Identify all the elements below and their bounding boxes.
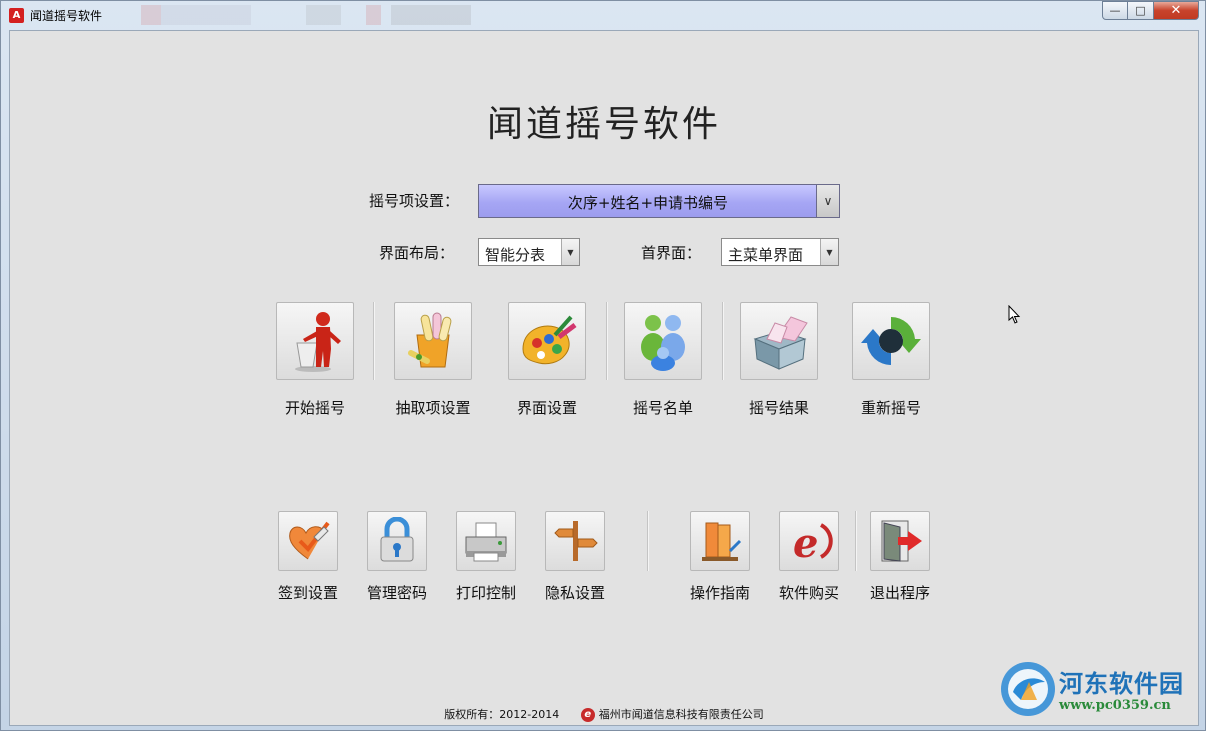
user-guide-button[interactable]	[690, 511, 750, 571]
exit-icon	[881, 520, 922, 562]
maximize-button[interactable]: □	[1128, 1, 1154, 20]
layout-value: 智能分表	[485, 246, 546, 264]
toolbar-separator	[647, 511, 649, 571]
dropdown-arrow-icon[interactable]: ▼	[561, 239, 579, 265]
watermark: 河东软件园 www.pc0359.cn	[999, 660, 1199, 722]
toolbar-separator	[606, 302, 608, 380]
company-name[interactable]: 福州市闻道信息科技有限责任公司	[599, 708, 764, 721]
window-title: 闻道摇号软件	[30, 9, 103, 23]
company-logo-icon: e	[580, 708, 595, 722]
copyright-text: 版权所有：2012-2014	[444, 708, 560, 721]
e-logo-icon: e	[793, 520, 833, 565]
title-bar[interactable]: A 闻道摇号软件 — □ ✕	[1, 1, 1205, 29]
toolbar-separator	[855, 511, 857, 571]
privacy-settings-label: 隐私设置	[544, 584, 605, 602]
draw-item-settings-label: 抽取项设置	[395, 399, 471, 417]
lottery-result-button[interactable]	[740, 302, 818, 380]
close-button[interactable]: ✕	[1154, 1, 1199, 20]
re-lottery-label: 重新摇号	[860, 399, 921, 417]
main-panel: 闻道摇号软件 摇号项设置： 次序+姓名+申请书编号 ∨ 界面布局： 智能分表 ▼…	[9, 30, 1199, 726]
minimize-button[interactable]: —	[1102, 1, 1128, 20]
box-icon	[753, 316, 808, 370]
exit-program-label: 退出程序	[869, 584, 930, 602]
signpost-icon	[554, 521, 598, 561]
app-icon[interactable]: A	[9, 8, 24, 23]
users-icon	[641, 315, 685, 371]
chevron-down-icon[interactable]: ∨	[816, 185, 839, 217]
ui-settings-button[interactable]	[508, 302, 586, 380]
layout-label: 界面布局：	[379, 244, 455, 262]
heart-check-icon	[289, 521, 330, 560]
lottery-item-value: 次序+姓名+申请书编号	[567, 194, 729, 212]
lottery-list-button[interactable]	[624, 302, 702, 380]
home-select[interactable]: 主菜单界面 ▼	[721, 238, 839, 266]
books-icon	[702, 522, 742, 561]
page-title: 闻道摇号软件	[486, 104, 721, 145]
maximize-icon: □	[1135, 4, 1146, 17]
re-lottery-button[interactable]	[852, 302, 930, 380]
speaker-podium-icon	[295, 312, 341, 372]
buy-software-button[interactable]: e	[779, 511, 839, 571]
window-controls: — □ ✕	[1102, 1, 1199, 20]
close-icon: ✕	[1170, 3, 1182, 18]
start-lottery-label: 开始摇号	[284, 399, 345, 417]
watermark-logo-icon	[1001, 662, 1055, 716]
start-lottery-button[interactable]	[276, 302, 354, 380]
lottery-result-label: 摇号结果	[748, 399, 809, 417]
layout-select[interactable]: 智能分表 ▼	[478, 238, 580, 266]
palette-icon	[522, 315, 577, 365]
printer-icon	[465, 522, 507, 562]
draw-item-settings-button[interactable]	[394, 302, 472, 380]
lottery-item-select[interactable]: 次序+姓名+申请书编号 ∨	[478, 184, 840, 218]
privacy-settings-button[interactable]	[545, 511, 605, 571]
home-label: 首界面：	[641, 244, 702, 262]
svg-text:e: e	[793, 520, 818, 565]
watermark-url: www.pc0359.cn	[1059, 698, 1171, 713]
refresh-icon	[861, 316, 921, 366]
toolbar-separator	[722, 302, 724, 380]
exit-program-button[interactable]	[870, 511, 930, 571]
app-window: A 闻道摇号软件 — □ ✕ 闻道摇号软件 摇号项设置： 次序+姓名+申请书编号…	[0, 0, 1206, 731]
dropdown-arrow-icon[interactable]: ▼	[820, 239, 838, 265]
admin-password-button[interactable]	[367, 511, 427, 571]
sign-in-settings-button[interactable]	[278, 511, 338, 571]
home-value: 主菜单界面	[728, 246, 804, 264]
ui-settings-label: 界面设置	[516, 399, 577, 417]
scrolls-icon	[408, 312, 452, 368]
print-control-button[interactable]	[456, 511, 516, 571]
watermark-name: 河东软件园	[1059, 670, 1184, 698]
lottery-list-label: 摇号名单	[632, 399, 693, 417]
lock-icon	[380, 517, 414, 562]
mouse-cursor-icon	[1008, 305, 1021, 324]
toolbar-separator	[373, 302, 375, 380]
lottery-item-label: 摇号项设置：	[369, 192, 460, 210]
background-ghost-image	[141, 5, 481, 25]
minimize-icon: —	[1109, 4, 1121, 17]
